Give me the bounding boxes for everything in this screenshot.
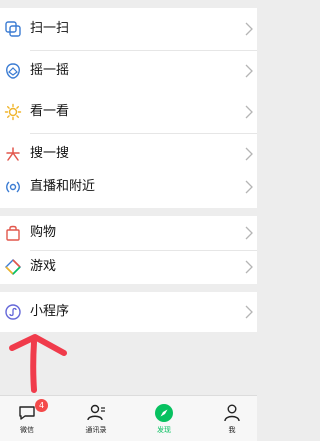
tab-label-me: 我 <box>228 426 236 434</box>
chevron-right-icon <box>245 260 253 274</box>
tab-chats[interactable]: 4 微信 <box>2 396 52 441</box>
bottom-tab-bar: 4 微信 通讯录 发现 我 <box>0 395 257 441</box>
menu-label-shopping: 购物 <box>30 225 57 240</box>
chevron-right-icon <box>245 180 253 194</box>
tab-contacts[interactable]: 通讯录 <box>71 396 121 441</box>
chevron-right-icon <box>245 22 253 36</box>
menu-item-top-stories[interactable]: 看一看 <box>0 91 257 133</box>
chevron-right-icon <box>245 64 253 78</box>
chevron-right-icon <box>245 105 253 119</box>
tab-label-discover: 发现 <box>157 426 171 434</box>
search-icon <box>6 147 20 161</box>
scan-icon <box>5 21 21 37</box>
person-icon <box>224 404 240 422</box>
menu-label-scan: 扫一扫 <box>30 21 70 36</box>
chevron-right-icon <box>245 305 253 319</box>
unread-badge: 4 <box>35 399 48 412</box>
shake-icon <box>6 63 20 79</box>
contacts-icon <box>87 404 105 421</box>
menu-group-1: 扫一扫 摇一摇 <box>0 8 257 92</box>
menu-label-mini-programs: 小程序 <box>30 304 70 319</box>
tab-label-contacts: 通讯录 <box>85 426 107 434</box>
compass-icon <box>155 404 173 422</box>
shopping-bag-icon <box>6 225 20 241</box>
live-nearby-icon <box>6 181 20 193</box>
menu-item-games[interactable]: 游戏 <box>0 250 257 284</box>
chevron-right-icon <box>245 226 253 240</box>
menu-group-4: 购物 游戏 <box>0 216 257 284</box>
mini-programs-icon <box>5 304 21 320</box>
top-stories-icon <box>4 103 22 121</box>
tab-me[interactable]: 我 <box>207 396 257 441</box>
menu-item-shake[interactable]: 摇一摇 <box>0 50 257 92</box>
menu-item-scan[interactable]: 扫一扫 <box>0 8 257 50</box>
games-icon <box>5 259 21 275</box>
chat-bubble-icon <box>19 406 35 420</box>
menu-item-mini-programs[interactable]: 小程序 <box>0 292 257 332</box>
top-spacer <box>0 0 257 8</box>
menu-group-3: 直播和附近 <box>0 166 257 208</box>
chevron-right-icon <box>245 147 253 161</box>
menu-label-live-nearby: 直播和附近 <box>30 179 96 194</box>
menu-group-2: 看一看 搜一搜 <box>0 91 257 175</box>
menu-label-top-stories: 看一看 <box>30 104 70 119</box>
menu-group-5: 小程序 <box>0 292 257 332</box>
tab-label-chats: 微信 <box>20 426 34 434</box>
menu-item-shopping[interactable]: 购物 <box>0 216 257 250</box>
menu-label-games: 游戏 <box>30 259 57 274</box>
menu-label-shake: 摇一摇 <box>30 63 70 78</box>
menu-item-live-nearby[interactable]: 直播和附近 <box>0 166 257 208</box>
tab-discover[interactable]: 发现 <box>139 396 189 441</box>
